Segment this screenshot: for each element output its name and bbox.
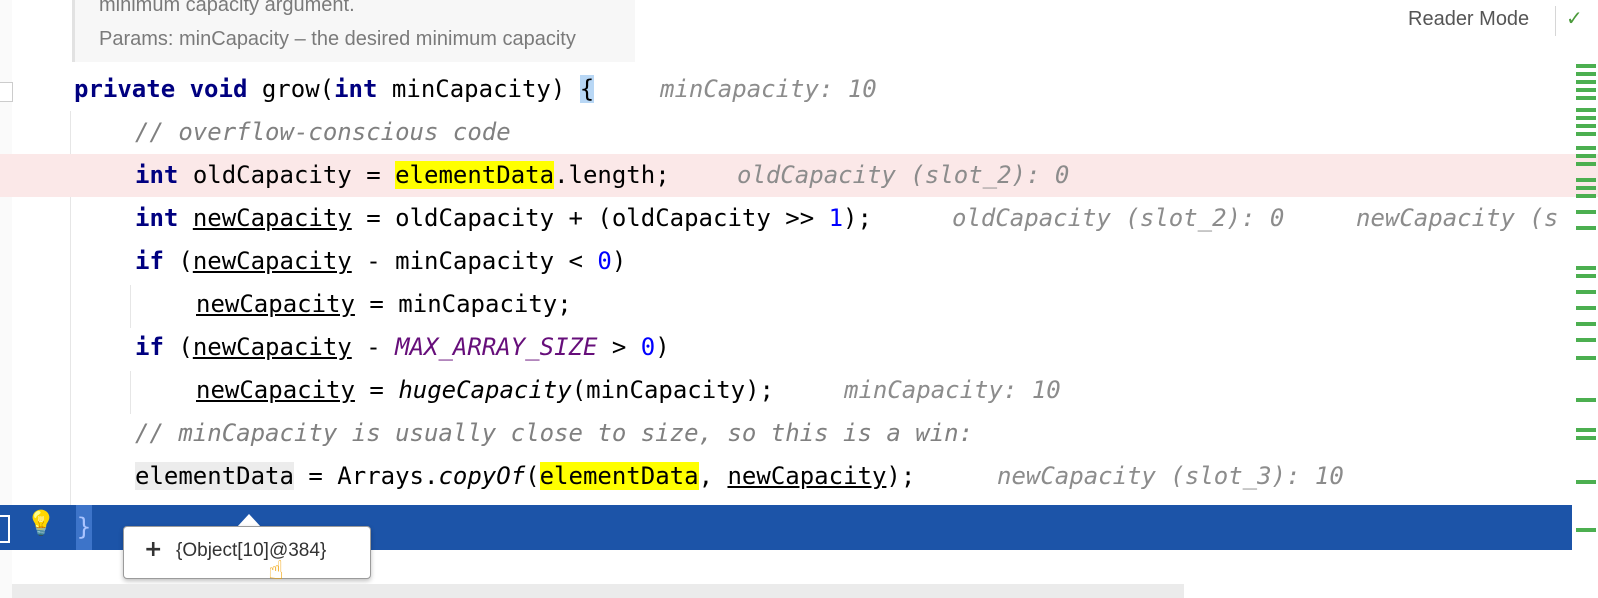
variable: newCapacity	[196, 290, 355, 318]
keyword: if	[135, 333, 164, 361]
javadoc-popup: minimum capacity argument. Params: minCa…	[72, 0, 635, 62]
code-text: );	[843, 204, 872, 232]
code-text: );	[886, 462, 916, 490]
code-text: = Arrays.	[293, 462, 439, 490]
number-literal: 0	[597, 247, 612, 275]
code-line[interactable]: // overflow-conscious code	[0, 111, 1598, 154]
variable: newCapacity	[192, 333, 352, 361]
inline-debug-hint: oldCapacity (slot_2): 0	[952, 204, 1285, 232]
javadoc-params: Params: minCapacity – the desired minimu…	[99, 28, 576, 50]
variable: newCapacity	[192, 204, 352, 232]
keyword: private	[74, 75, 176, 103]
method-call: hugeCapacity	[398, 376, 572, 404]
code-line[interactable]: if (newCapacity - minCapacity < 0)	[0, 240, 1598, 283]
hand-cursor-icon: ☝	[268, 556, 284, 586]
method-call: copyOf	[438, 462, 526, 490]
reader-mode-button[interactable]: Reader Mode	[1408, 8, 1529, 31]
code-text: >	[597, 333, 641, 361]
checkmark-icon[interactable]: ✓	[1566, 6, 1583, 30]
code-line[interactable]: private void grow(int minCapacity) { min…	[0, 68, 1598, 111]
variable: newCapacity	[196, 376, 355, 404]
code-text: (	[178, 247, 193, 275]
code-line[interactable]: int newCapacity = oldCapacity + (oldCapa…	[0, 197, 1598, 240]
open-brace: {	[579, 75, 595, 103]
code-text: .length;	[554, 161, 670, 189]
code-line[interactable]: // minCapacity is usually close to size,…	[0, 412, 1598, 455]
lightbulb-icon[interactable]: 💡	[26, 509, 56, 537]
inline-debug-hint: newCapacity (slot_3): 10	[997, 462, 1344, 490]
code-line[interactable]: newCapacity = hugeCapacity(minCapacity);…	[0, 369, 1598, 412]
code-text: ,	[698, 462, 728, 490]
parameter: minCapacity)	[391, 75, 566, 103]
object-value[interactable]: {Object[10]@384}	[176, 540, 326, 562]
horizontal-scrollbar[interactable]	[12, 584, 1184, 598]
code-text: = minCapacity;	[369, 290, 572, 318]
identifier-highlight: elementData	[395, 161, 555, 189]
keyword: int	[135, 161, 179, 189]
keyword: if	[135, 247, 164, 275]
keyword: void	[189, 75, 248, 103]
code-text: (minCapacity);	[571, 376, 774, 404]
code-text: )	[655, 333, 670, 361]
close-brace: }	[76, 505, 92, 550]
code-line[interactable]: elementData = Arrays.copyOf(elementData,…	[0, 455, 1598, 498]
code-comment: // minCapacity is usually close to size,…	[135, 419, 974, 447]
inline-debug-hint: minCapacity: 10	[844, 376, 1061, 404]
code-line-breakpoint[interactable]: int oldCapacity = elementData.length; ol…	[0, 154, 1598, 197]
constant: MAX_ARRAY_SIZE	[395, 333, 598, 361]
number-literal: 1	[828, 204, 844, 232]
error-stripe[interactable]	[1576, 60, 1596, 560]
code-text: -	[366, 333, 396, 361]
keyword: int	[334, 75, 378, 103]
inline-debug-hint: minCapacity: 10	[660, 75, 877, 103]
code-line[interactable]: newCapacity = minCapacity;	[0, 283, 1598, 326]
keyword: int	[135, 204, 179, 232]
javadoc-line: minimum capacity argument.	[99, 0, 355, 16]
debug-value-tooltip[interactable]: + {Object[10]@384}	[123, 526, 371, 579]
code-text: =	[369, 376, 399, 404]
code-line[interactable]: if (newCapacity - MAX_ARRAY_SIZE > 0)	[0, 326, 1598, 369]
code-comment: // overflow-conscious code	[135, 118, 511, 146]
toolbar-separator	[1555, 6, 1556, 36]
variable: newCapacity	[727, 462, 887, 490]
identifier-usage: elementData	[135, 462, 294, 490]
code-text: (	[525, 462, 540, 490]
code-text: = oldCapacity + (oldCapacity >>	[366, 204, 829, 232]
plus-icon[interactable]: +	[144, 537, 162, 562]
code-text: )	[611, 247, 627, 275]
inline-debug-hint: newCapacity (s	[1356, 204, 1559, 232]
code-text: - minCapacity <	[366, 247, 598, 275]
inline-debug-hint: oldCapacity (slot_2): 0	[737, 161, 1070, 189]
identifier-highlight: elementData	[539, 462, 699, 490]
code-text: oldCapacity =	[192, 161, 396, 189]
execution-pointer-icon	[0, 515, 10, 543]
code-text: (	[178, 333, 193, 361]
number-literal: 0	[640, 333, 656, 361]
method-name: grow(	[261, 75, 335, 103]
variable: newCapacity	[192, 247, 352, 275]
